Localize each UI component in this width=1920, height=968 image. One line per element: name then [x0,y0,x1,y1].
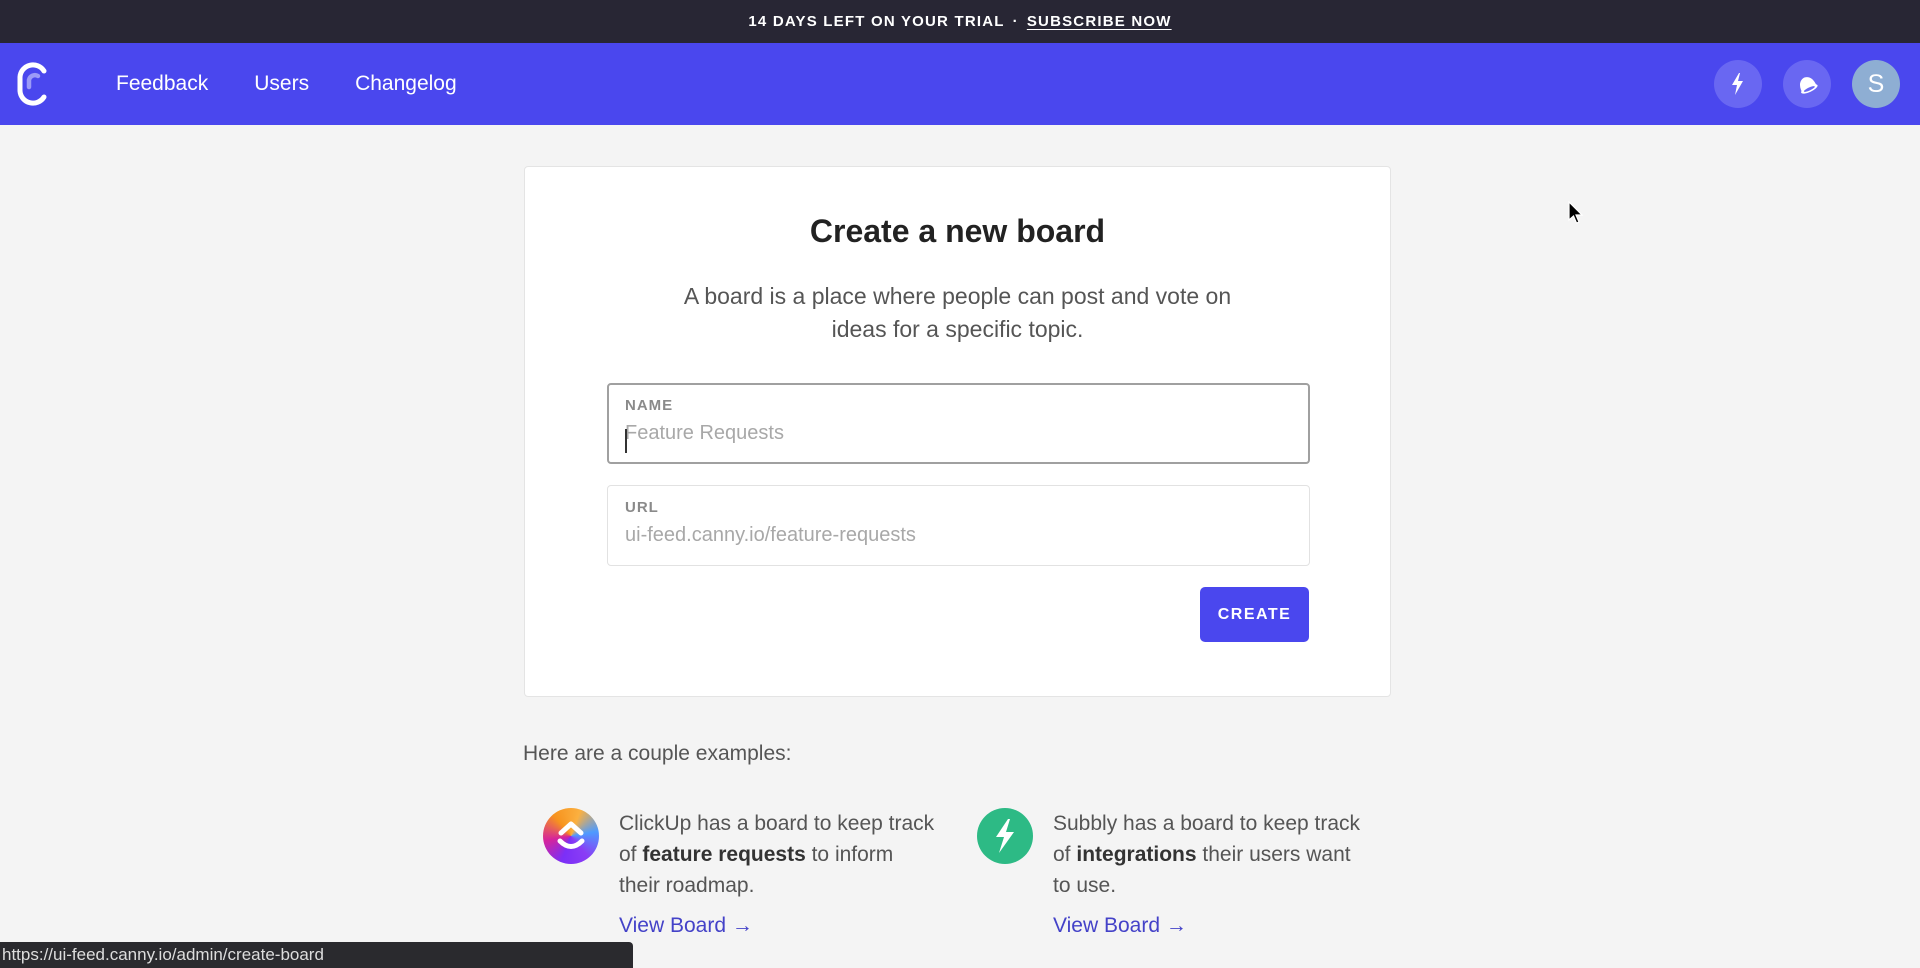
lightning-bolt-button[interactable] [1714,60,1762,108]
trial-days-text: 14 DAYS LEFT ON YOUR TRIAL [748,13,1005,30]
example-text: ClickUp has a board to keep track of fea… [619,812,935,897]
canny-logo-icon[interactable] [16,61,50,107]
page-title: Create a new board [809,213,1106,249]
nav-feedback[interactable]: Feedback [116,72,208,96]
create-board-card: Create a new board A board is a place wh… [524,166,1391,697]
notifications-button[interactable] [1783,60,1831,108]
subbly-logo-icon [977,808,1033,864]
nav-users[interactable]: Users [254,72,309,96]
nav-actions: S [1714,60,1900,108]
examples-heading: Here are a couple examples: [523,742,792,765]
view-board-clickup-link[interactable]: View Board → [619,914,753,938]
example-subbly: Subbly has a board to keep track of inte… [977,808,1373,938]
trial-banner: 14 DAYS LEFT ON YOUR TRIAL · SUBSCRIBE N… [0,0,1920,43]
status-bar-url: https://ui-feed.canny.io/admin/create-bo… [0,942,633,968]
lightning-bolt-icon [1732,73,1743,95]
text-caret [625,429,627,453]
top-navigation: Feedback Users Changelog S [0,43,1920,125]
example-clickup: ClickUp has a board to keep track of fea… [543,808,939,938]
banner-separator: · [1012,13,1019,30]
create-button[interactable]: CREATE [1200,587,1309,642]
url-field[interactable]: URL [607,485,1310,566]
subscribe-now-link[interactable]: SUBSCRIBE NOW [1027,13,1172,30]
clickup-logo-icon [543,808,599,864]
url-input[interactable] [625,524,1292,547]
example-body: Subbly has a board to keep track of inte… [1053,808,1373,938]
user-avatar[interactable]: S [1852,60,1900,108]
example-text: Subbly has a board to keep track of inte… [1053,812,1361,897]
nav-changelog[interactable]: Changelog [355,72,457,96]
name-field-label: NAME [625,397,674,414]
mouse-cursor-icon [1568,200,1584,230]
nav-links: Feedback Users Changelog [116,72,457,96]
bell-icon [1799,77,1818,94]
example-body: ClickUp has a board to keep track of fea… [619,808,939,938]
name-field[interactable]: NAME [607,383,1310,464]
name-input[interactable] [625,422,1292,445]
url-field-label: URL [625,499,659,516]
view-board-subbly-link[interactable]: View Board → [1053,914,1187,938]
board-description: A board is a place where people can post… [683,283,1232,342]
